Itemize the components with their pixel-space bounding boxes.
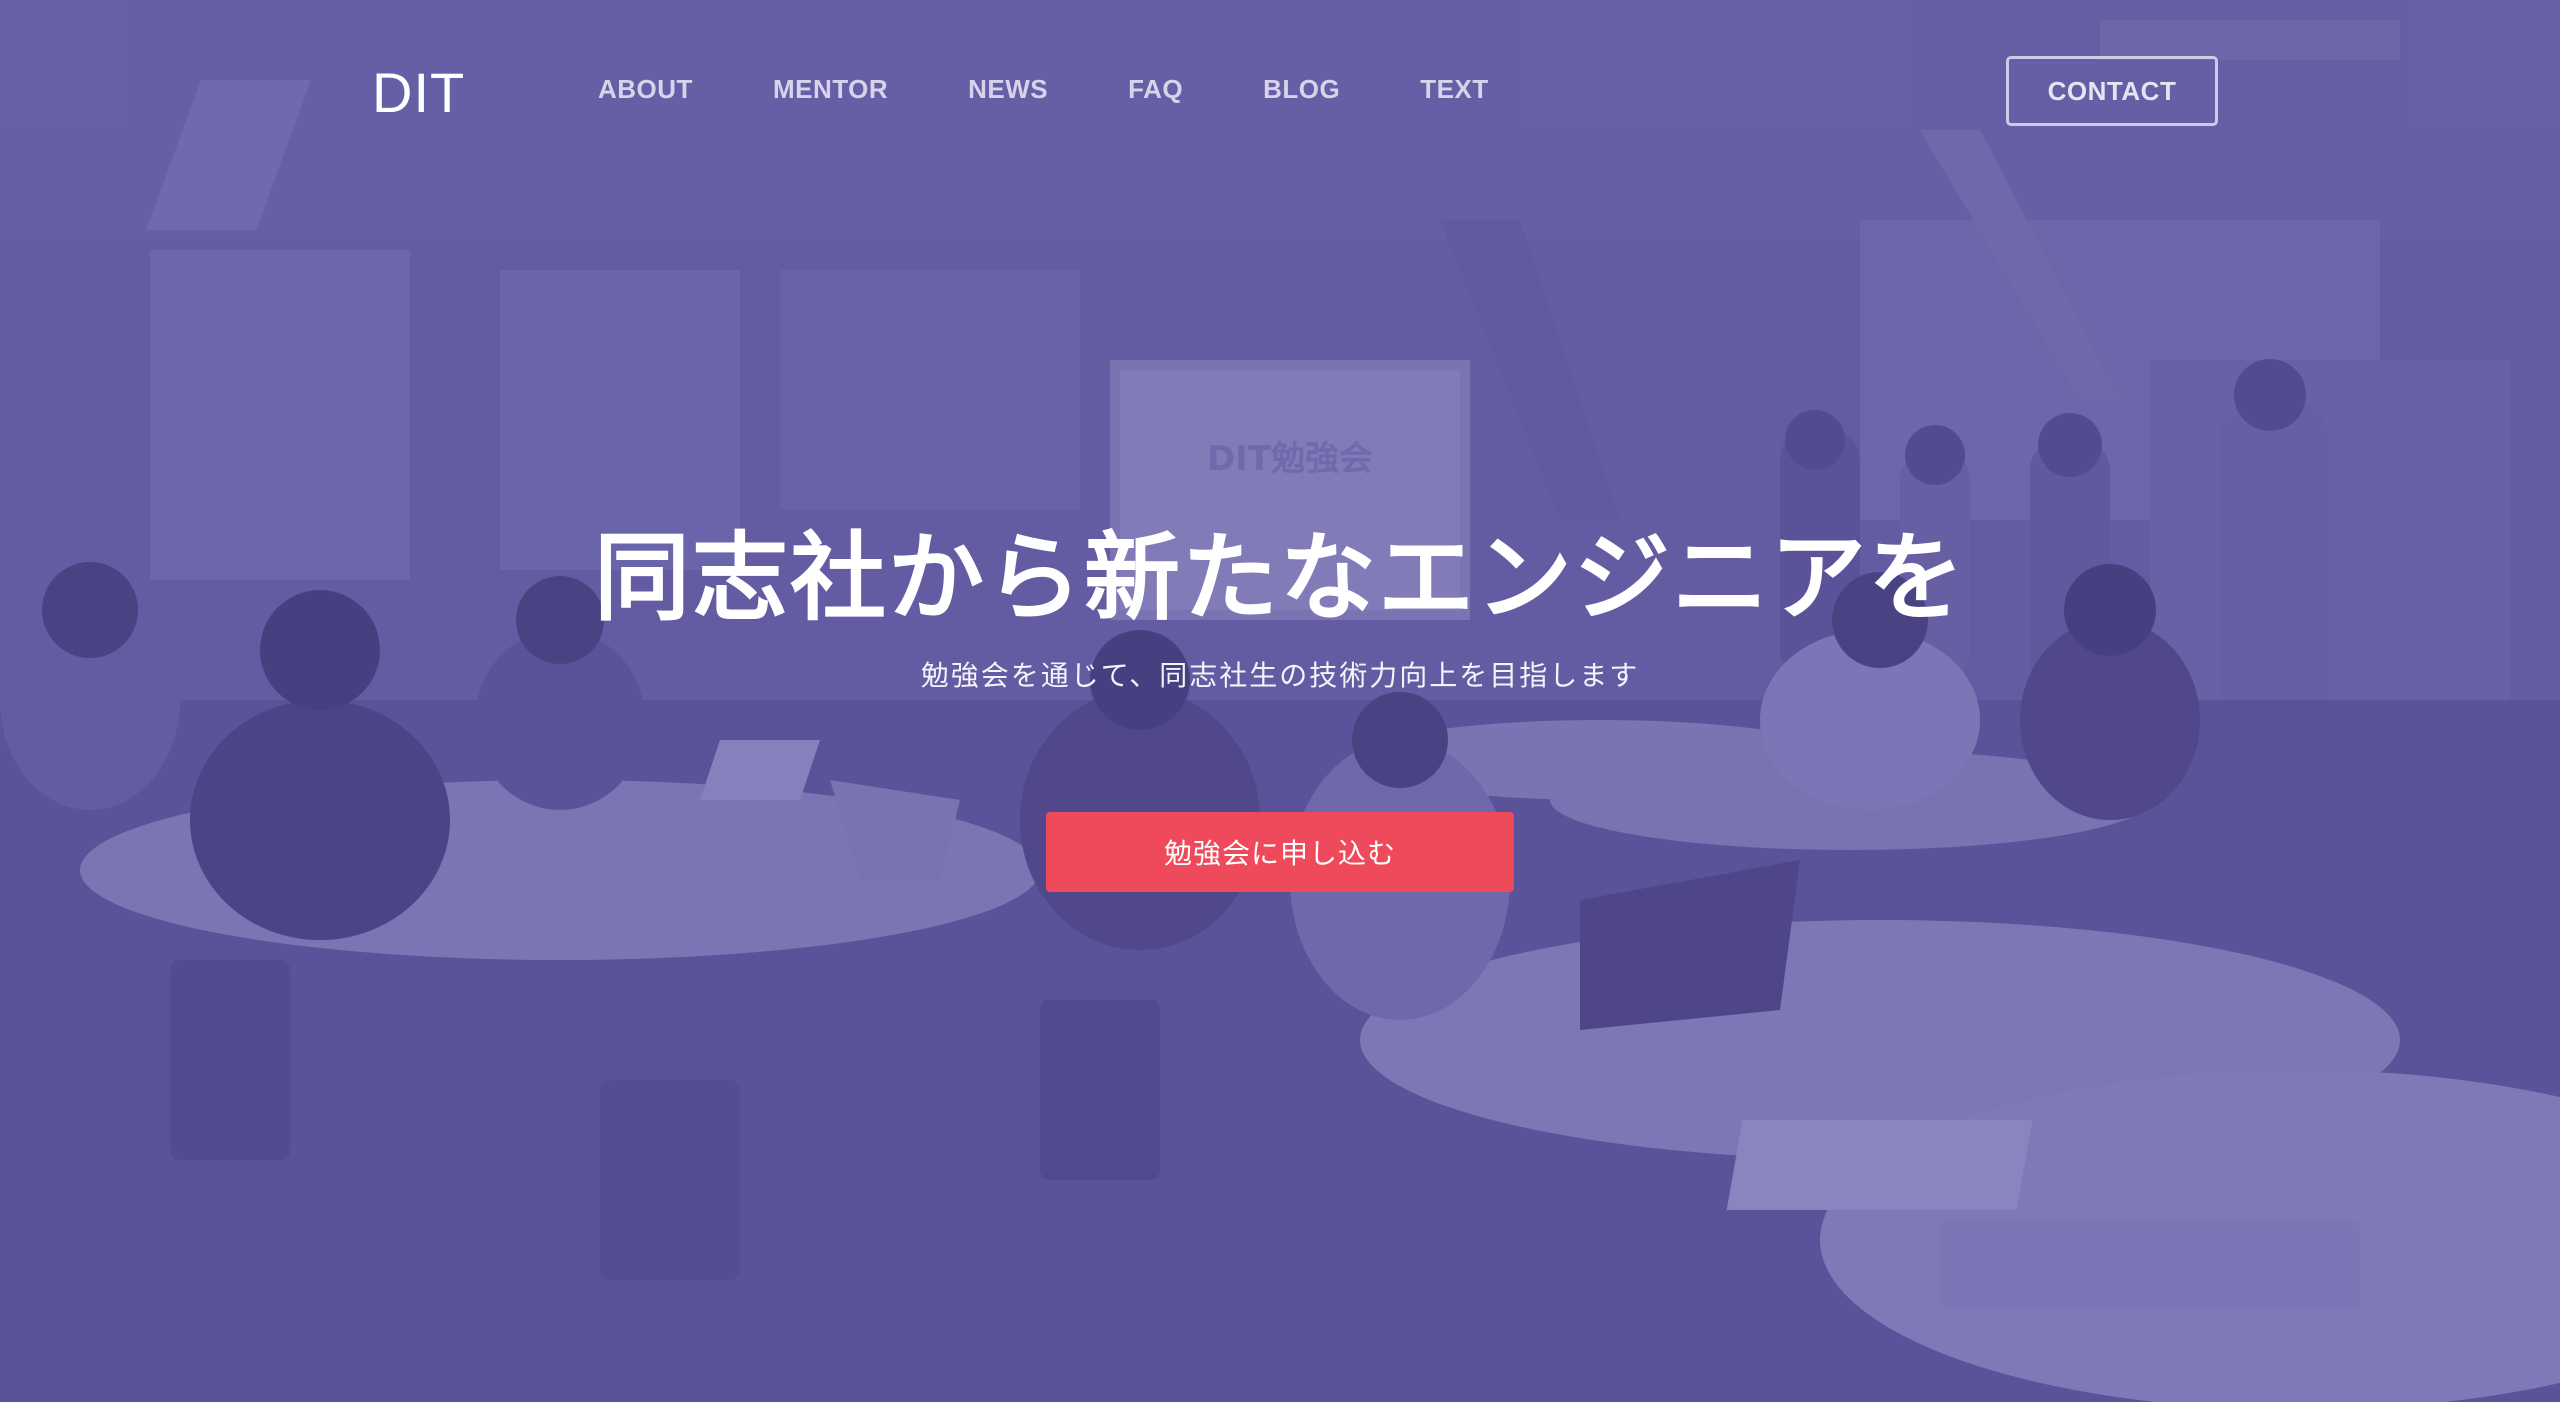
contact-button[interactable]: CONTACT bbox=[2006, 56, 2218, 126]
nav-news[interactable]: NEWS bbox=[968, 74, 1048, 105]
nav-faq[interactable]: FAQ bbox=[1128, 74, 1183, 105]
nav-about[interactable]: ABOUT bbox=[598, 74, 693, 105]
site-logo[interactable]: DIT bbox=[372, 60, 465, 125]
hero-title: 同志社から新たなエンジニアを bbox=[594, 522, 1966, 634]
nav-text[interactable]: TEXT bbox=[1420, 74, 1488, 105]
site-header: DIT ABOUT MENTOR NEWS FAQ BLOG TEXT CONT… bbox=[0, 0, 2560, 190]
nav-mentor[interactable]: MENTOR bbox=[773, 74, 888, 105]
apply-button[interactable]: 勉強会に申し込む bbox=[1046, 812, 1514, 892]
hero-subtitle: 勉強会を通じて、同志社生の技術力向上を目指します bbox=[920, 659, 1640, 692]
main-nav: ABOUT MENTOR NEWS FAQ BLOG TEXT bbox=[598, 74, 1569, 105]
nav-blog[interactable]: BLOG bbox=[1263, 74, 1340, 105]
color-overlay bbox=[0, 0, 2560, 1402]
